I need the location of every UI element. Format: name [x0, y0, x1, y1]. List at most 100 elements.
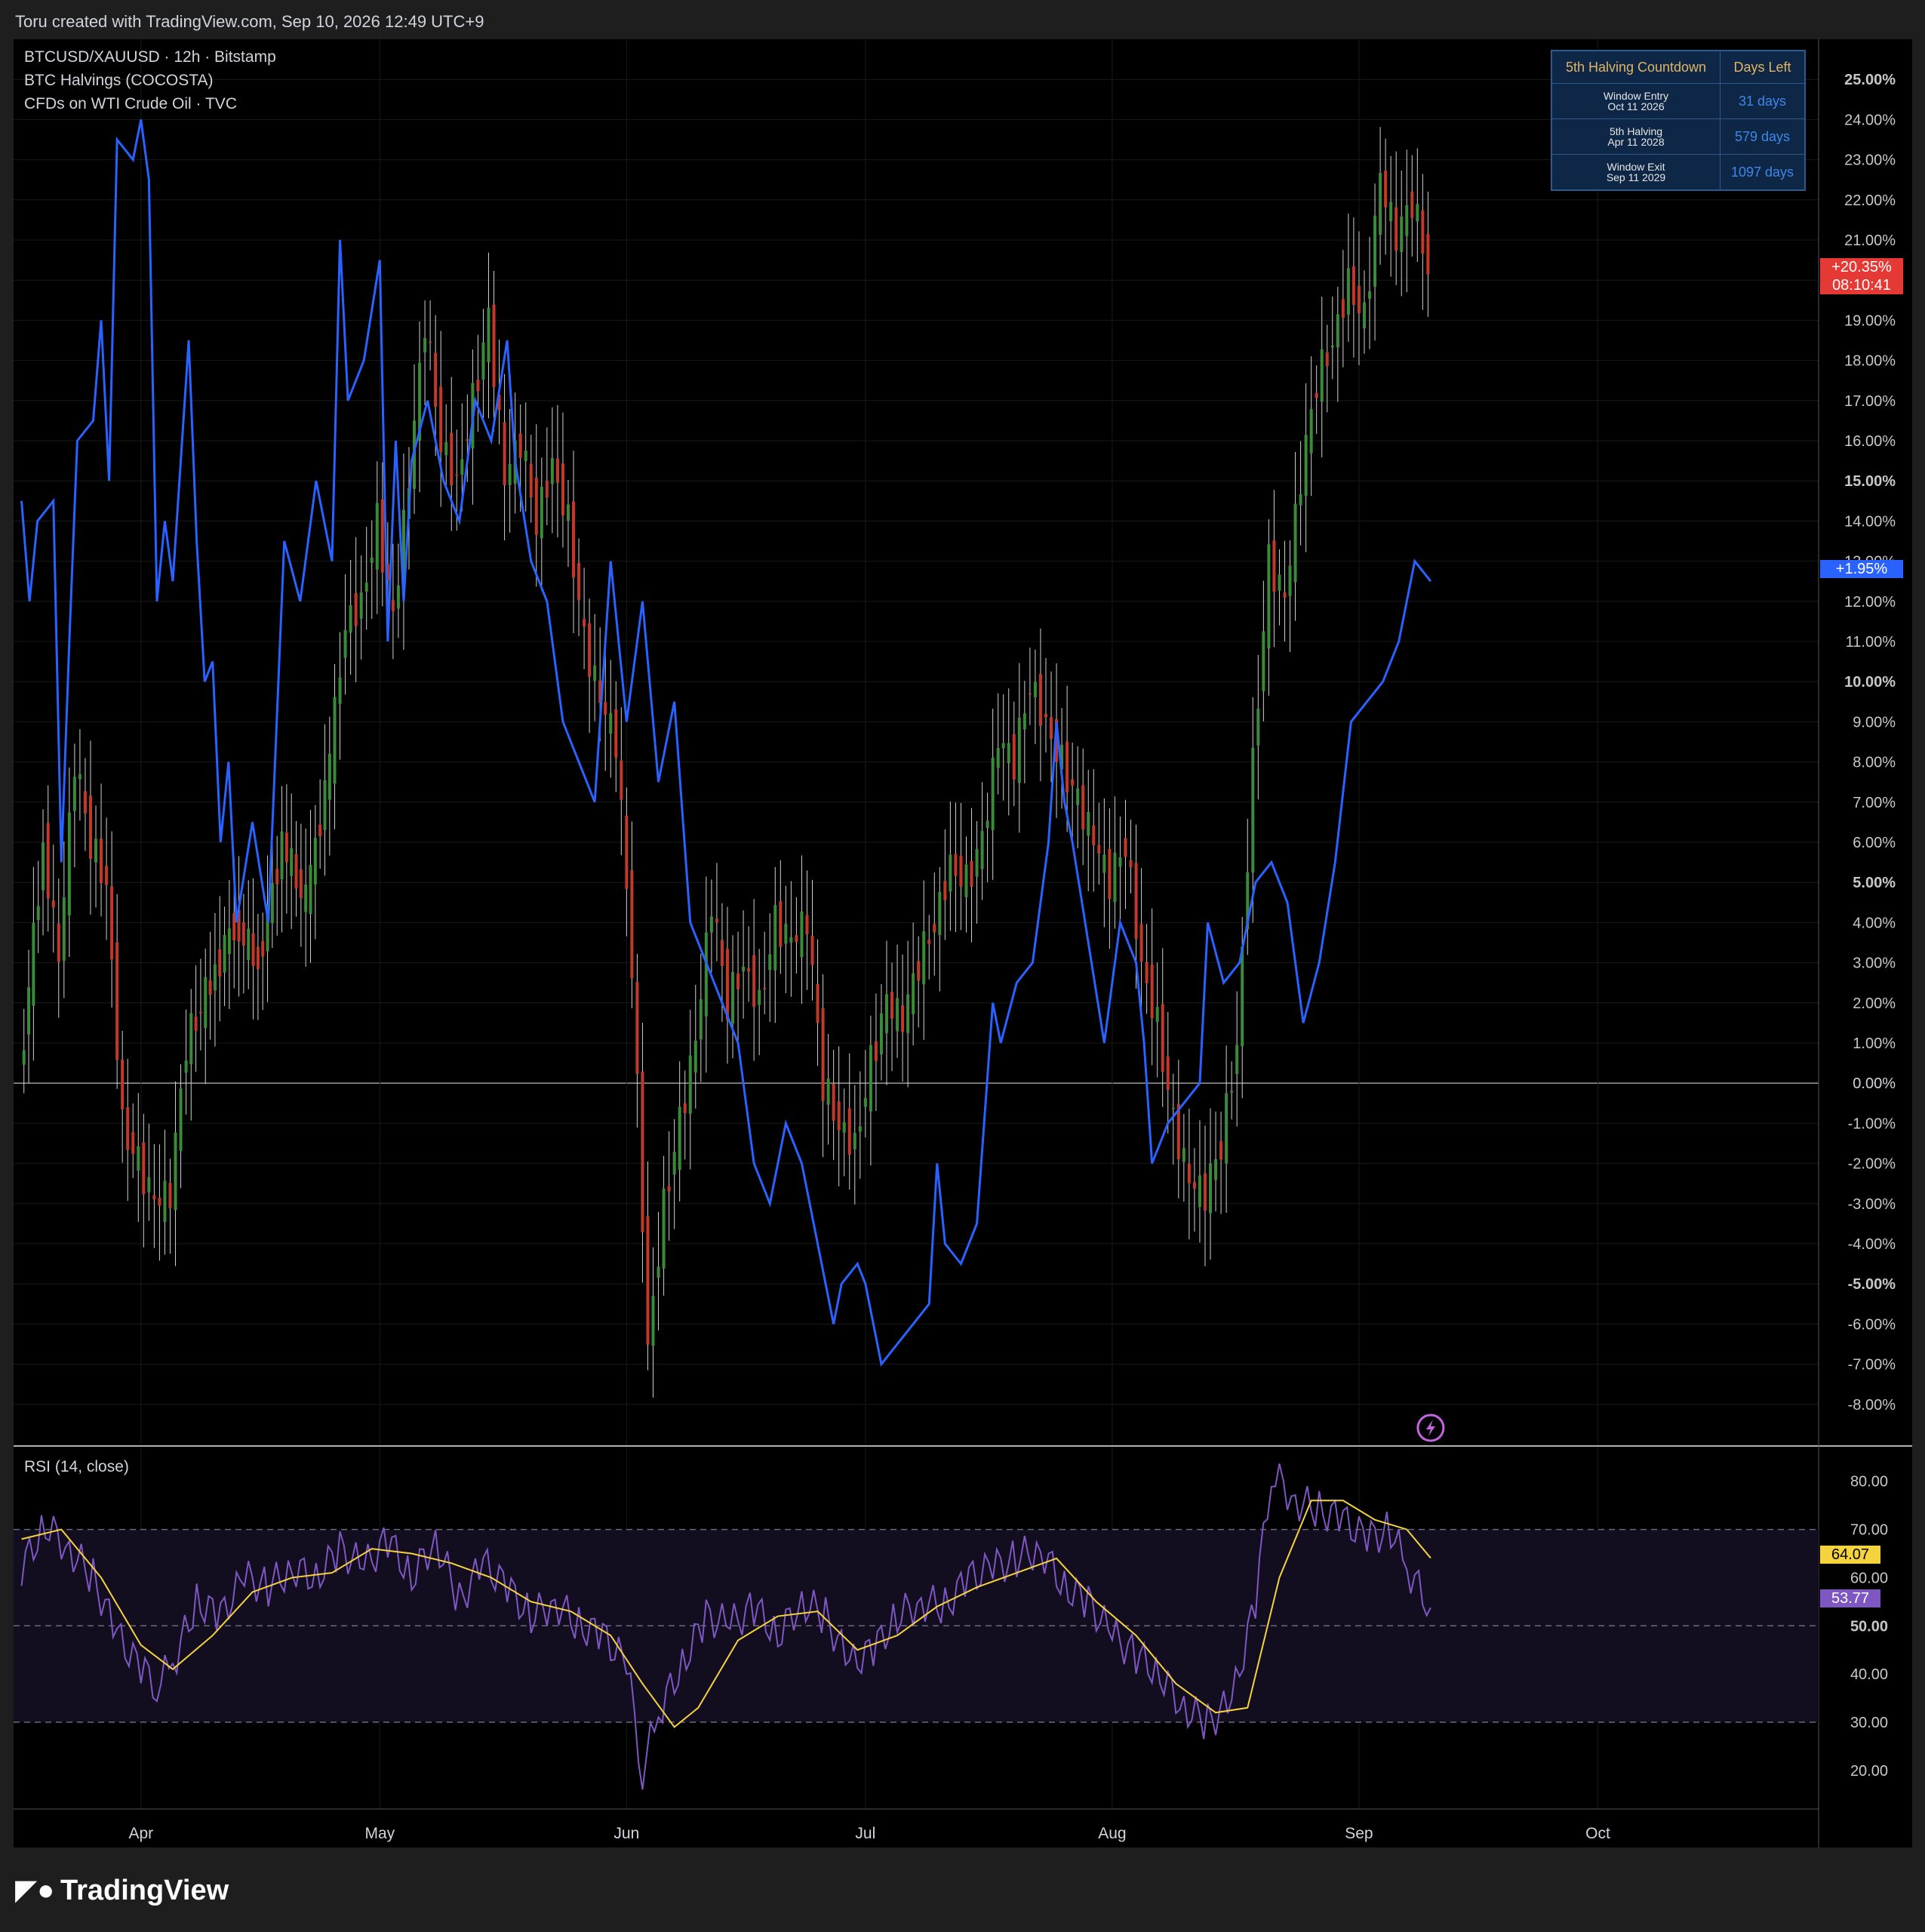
price-chart-svg[interactable]: 25.00%24.00%23.00%22.00%21.00%20.00%19.0…	[14, 39, 1912, 1847]
candle-body	[455, 474, 459, 476]
candle-body	[174, 1132, 177, 1211]
candle-body	[821, 1008, 825, 1101]
candle-body	[270, 883, 274, 924]
rsi-tick-label: 70.00	[1850, 1522, 1888, 1539]
candle-body	[508, 463, 512, 485]
countdown-timer: 08:10:41	[1832, 277, 1891, 294]
candle-body	[198, 1011, 202, 1014]
candle-body	[678, 1106, 681, 1171]
candle-body	[194, 1017, 198, 1031]
candle-body	[709, 916, 713, 933]
candle-body	[890, 992, 894, 1019]
legend-symbol[interactable]: BTCUSD/XAUUSD · 12h · Bitstamp	[24, 48, 276, 66]
candle-body	[604, 702, 607, 715]
candle-body	[577, 562, 581, 600]
candle-body	[1368, 291, 1372, 299]
candle-body	[179, 1088, 183, 1152]
candle-body	[1087, 811, 1090, 836]
candle-body	[62, 897, 66, 961]
y-tick-label: -3.00%	[1848, 1196, 1896, 1213]
candle-body	[641, 1071, 644, 1232]
candle-body	[503, 422, 506, 485]
candle-body	[22, 1050, 26, 1065]
candle-body	[625, 815, 629, 889]
candle-body	[338, 677, 342, 704]
candle-body	[1145, 961, 1149, 983]
rsi-tick-label: 20.00	[1850, 1763, 1888, 1780]
candle-body	[444, 441, 448, 456]
candle-body	[359, 592, 363, 619]
candle-body	[1028, 693, 1032, 695]
candle-body	[540, 486, 543, 539]
candle-body	[884, 994, 888, 1033]
candle-body	[256, 946, 260, 970]
countdown-row-label: 5th Halving Apr 11 2028	[1551, 118, 1721, 155]
candle-body	[1108, 848, 1112, 900]
attribution-header: Toru created with TradingView.com, Sep 1…	[0, 0, 1925, 44]
candle-body	[364, 583, 368, 592]
candle-body	[837, 1101, 841, 1131]
candle-body	[1134, 863, 1138, 939]
x-tick-label: Jul	[855, 1825, 875, 1842]
candle-body	[964, 864, 968, 897]
candle-body	[1033, 681, 1037, 697]
candle-body	[94, 838, 98, 863]
y-tick-label: 7.00%	[1853, 795, 1896, 811]
y-tick-label: -4.00%	[1848, 1236, 1896, 1253]
candle-body	[1421, 210, 1425, 254]
candle-body	[1288, 565, 1292, 596]
y-tick-label: 6.00%	[1853, 835, 1896, 851]
candle-body	[487, 307, 490, 363]
candle-body	[1219, 1141, 1223, 1160]
candle-body	[1044, 713, 1047, 718]
candle-body	[609, 712, 613, 734]
x-tick-label: Jun	[613, 1825, 639, 1842]
candle-body	[466, 439, 469, 441]
candle-body	[1278, 574, 1281, 591]
tradingview-logo[interactable]: ◤● TradingView	[15, 1873, 229, 1907]
candle-body	[922, 931, 926, 985]
rsi-label[interactable]: RSI (14, close)	[24, 1458, 129, 1476]
candle-body	[349, 605, 352, 633]
rsi-ma-tag: 64.07	[1820, 1546, 1880, 1564]
candle-body	[842, 1122, 846, 1133]
candle-body	[327, 753, 331, 800]
candle-body	[742, 966, 746, 972]
candle-body	[646, 1216, 650, 1345]
candle-body	[657, 1266, 660, 1278]
y-tick-label: 19.00%	[1844, 312, 1896, 329]
row-date-3: Sep 11 2029	[1606, 171, 1666, 183]
candle-body	[208, 980, 212, 995]
candle-body	[747, 968, 751, 972]
legend-halvings-indicator[interactable]: BTC Halvings (COCOSTA)	[24, 72, 213, 90]
candle-body	[434, 352, 438, 408]
candle-body	[67, 812, 71, 915]
legend-oil-comparison[interactable]: CFDs on WTI Crude Oil · TVC	[24, 95, 237, 113]
candle-body	[1182, 1148, 1185, 1162]
countdown-row-days: 579 days	[1720, 118, 1806, 155]
candle-body	[280, 831, 284, 880]
candle-body	[57, 923, 60, 962]
candle-body	[1102, 854, 1106, 873]
candle-body	[550, 458, 554, 485]
candle-body	[970, 860, 973, 888]
candle-body	[816, 983, 820, 1023]
footer-bar	[0, 1847, 1925, 1932]
row-label-2: 5th Halving	[1609, 125, 1663, 137]
candle-body	[88, 795, 92, 859]
chart-frame[interactable]: 25.00%24.00%23.00%22.00%21.00%20.00%19.0…	[14, 39, 1912, 1847]
rsi-tick-label: 80.00	[1850, 1474, 1888, 1491]
y-tick-label: 1.00%	[1853, 1035, 1896, 1052]
candle-body	[184, 1060, 188, 1073]
countdown-header-right: Days Left	[1720, 50, 1806, 84]
candle-body	[439, 386, 443, 453]
y-tick-label: 14.00%	[1844, 513, 1896, 530]
candle-body	[779, 901, 783, 947]
candle-body	[518, 433, 522, 458]
candle-body	[1187, 1164, 1191, 1183]
candle-body	[566, 504, 570, 521]
candle-body	[524, 451, 527, 461]
candle-body	[912, 973, 915, 1014]
y-tick-label: 4.00%	[1853, 915, 1896, 931]
candle-body	[1426, 234, 1430, 275]
